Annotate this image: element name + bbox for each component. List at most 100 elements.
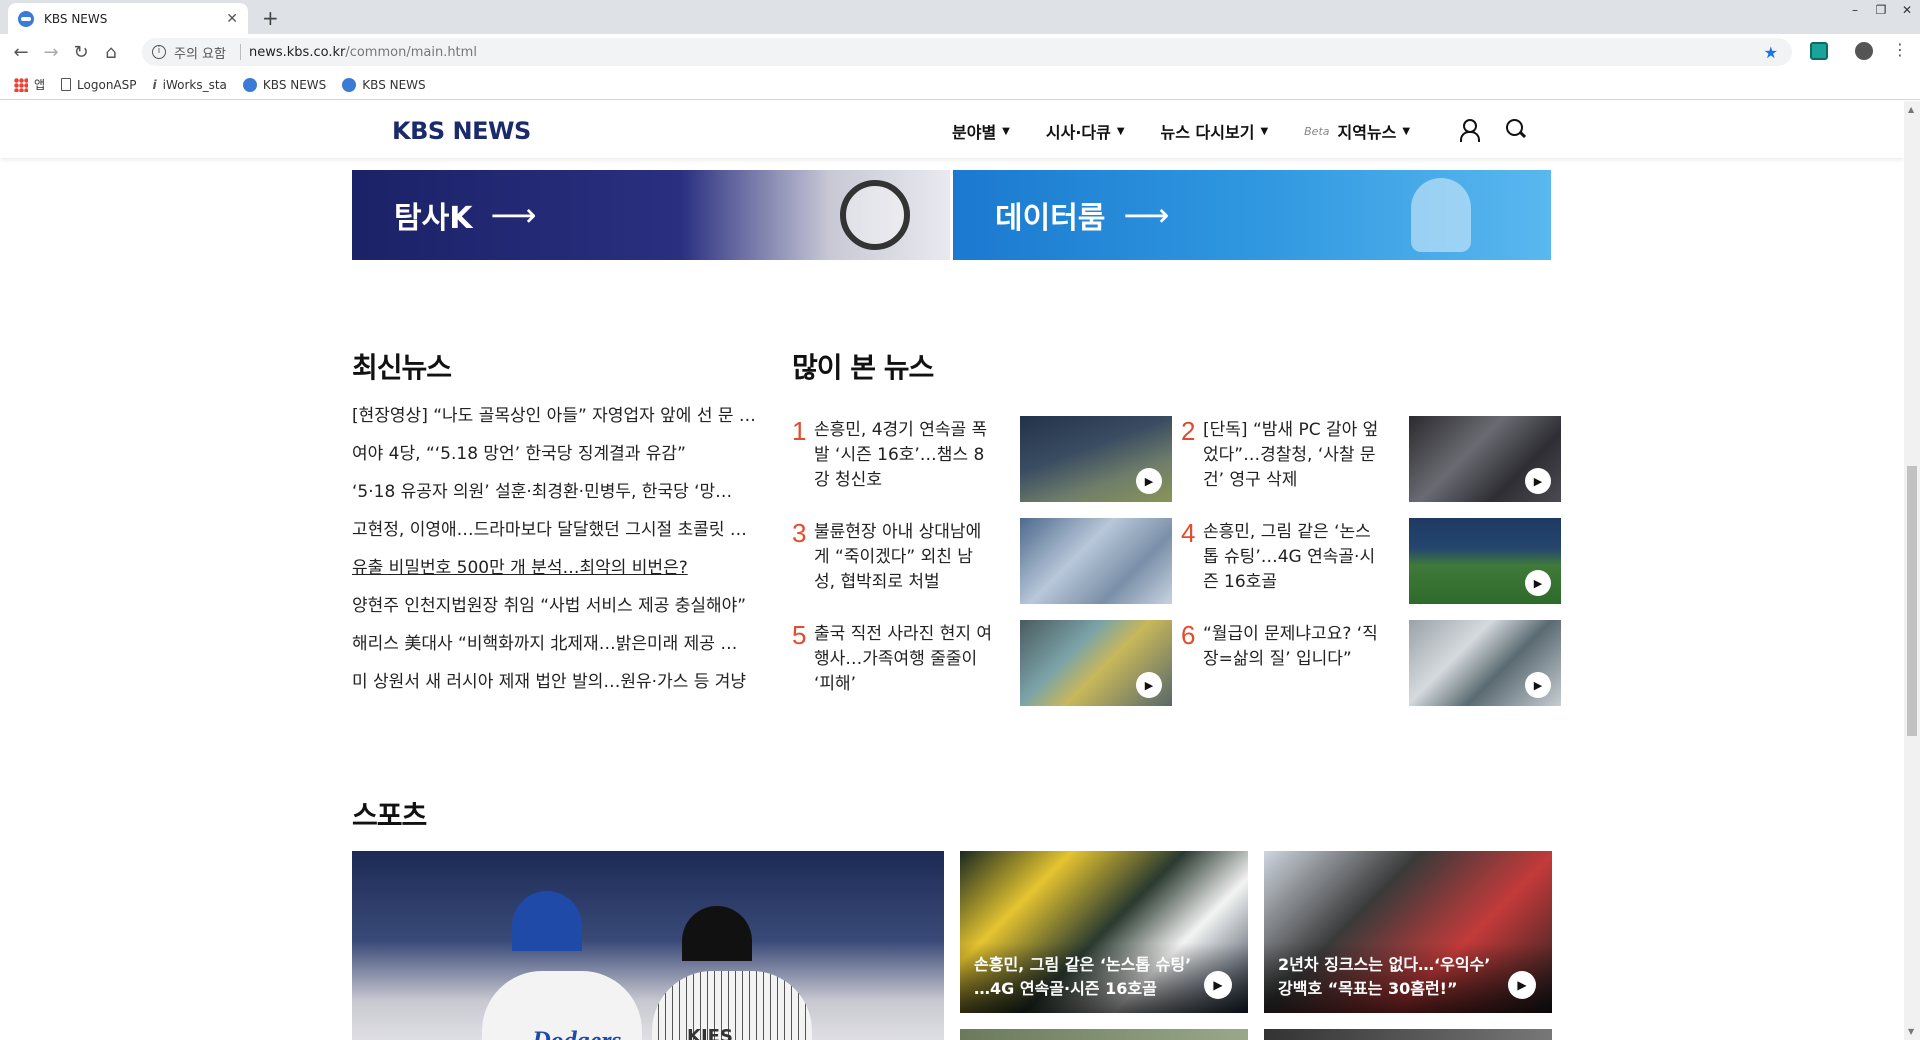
popular-news-title[interactable]: 많이 본 뉴스 xyxy=(792,346,934,386)
info-icon[interactable]: i xyxy=(152,45,166,59)
banner-tamsa-k[interactable]: 탐사K ⟶ xyxy=(352,170,950,260)
thumbnail[interactable]: ▶ xyxy=(1020,416,1172,502)
popular-item-6[interactable]: 6 “월급이 문제냐고요? ‘직장=삶의 질’ 입니다” ▶ xyxy=(1181,620,1561,706)
forward-icon[interactable]: → xyxy=(36,42,66,63)
tab-strip: KBS NEWS ✕ + – ❐ ✕ xyxy=(0,0,1920,34)
popular-item-title[interactable]: “월급이 문제냐고요? ‘직장=삶의 질’ 입니다” xyxy=(1203,622,1381,672)
play-icon[interactable]: ▶ xyxy=(1136,672,1162,698)
apps-icon xyxy=(14,77,28,92)
scrollbar-thumb[interactable] xyxy=(1907,466,1917,736)
kbs-icon xyxy=(342,77,357,92)
new-tab-button[interactable]: + xyxy=(262,6,279,30)
arrow-right-icon: ⟶ xyxy=(490,196,537,234)
sports-hero-image[interactable]: Dodgers KIES xyxy=(352,851,944,1040)
site-logo[interactable]: KBS NEWS xyxy=(392,117,531,145)
player-cap xyxy=(512,891,582,951)
banner-label: 탐사K xyxy=(394,201,473,236)
nav-label: 지역뉴스 xyxy=(1337,123,1397,142)
extension-icon[interactable] xyxy=(1810,42,1828,60)
bookmarks-bar: 앱 LogonASP i iWorks_sta KBS NEWS KBS NEWS xyxy=(0,70,1920,100)
list-item[interactable]: 고현정, 이영애…드라마보다 달달했던 그시절 초콜릿 … xyxy=(352,515,756,553)
list-item[interactable]: 여야 4당, “‘5.18 망언’ 한국당 징계결과 유감” xyxy=(352,439,756,477)
list-item[interactable]: 해리스 美대사 “비핵화까지 北제재…밝은미래 제공 … xyxy=(352,629,756,667)
sports-card-3-partial[interactable] xyxy=(960,1029,1248,1040)
window-controls: – ❐ ✕ xyxy=(1842,0,1920,20)
sports-card-caption[interactable]: 손흥민, 그림 같은 ‘논스톱 슈팅’ …4G 연속골·시즌 16호골 xyxy=(974,953,1194,1001)
play-icon[interactable]: ▶ xyxy=(1204,971,1232,999)
popular-item-4[interactable]: 4 손흥민, 그림 같은 ‘논스톱 슈팅’…4G 연속골·시즌 16호골 ▶ xyxy=(1181,518,1561,604)
bookmark-label: KBS NEWS xyxy=(362,77,426,92)
iworks-icon: i xyxy=(152,77,157,92)
sports-card-2[interactable]: 2년차 징크스는 없다…‘우익수’ 강백호 “목표는 30홈런!” ▶ xyxy=(1264,851,1552,1013)
url-host[interactable]: news.kbs.co.kr xyxy=(249,45,345,60)
list-item[interactable]: 유출 비밀번호 500만 개 분석…최악의 비번은? xyxy=(352,553,756,591)
sports-title[interactable]: 스포츠 xyxy=(352,794,427,834)
nav-item-category[interactable]: 분야별 ▼ xyxy=(952,119,1010,143)
popular-item-5[interactable]: 5 출국 직전 사라진 현지 여행사…가족여행 줄줄이 ‘피해’ ▶ xyxy=(792,620,1172,706)
account-icon[interactable] xyxy=(1855,42,1873,60)
bookmark-kbs-news-1[interactable]: KBS NEWS xyxy=(242,77,326,92)
list-item[interactable]: 미 상원서 새 러시아 제재 법안 발의…원유·가스 등 겨냥 xyxy=(352,667,756,705)
thumbnail[interactable]: ▶ xyxy=(1409,518,1561,604)
popular-item-1[interactable]: 1 손흥민, 4경기 연속골 폭발 ‘시즌 16호’…챔스 8강 청신호 ▶ xyxy=(792,416,1172,502)
thumbnail[interactable]: ▶ xyxy=(1409,416,1561,502)
nav-item-regional[interactable]: Beta 지역뉴스 ▼ xyxy=(1304,119,1410,143)
latest-news-title[interactable]: 최신뉴스 xyxy=(352,346,452,386)
lightbulb-image xyxy=(1411,178,1471,252)
bookmark-label: LogonASP xyxy=(77,77,137,92)
home-icon[interactable]: ⌂ xyxy=(96,42,126,63)
list-item[interactable]: 양현주 인천지법원장 취임 “사법 서비스 제공 충실해야” xyxy=(352,591,756,629)
popular-item-title[interactable]: 출국 직전 사라진 현지 여행사…가족여행 줄줄이 ‘피해’ xyxy=(814,622,992,697)
rank-number: 1 xyxy=(792,416,807,446)
back-icon[interactable]: ← xyxy=(6,42,36,63)
scroll-up-icon[interactable]: ▲ xyxy=(1908,105,1914,114)
rank-number: 2 xyxy=(1181,416,1196,446)
rank-number: 6 xyxy=(1181,620,1196,650)
popular-item-3[interactable]: 3 불륜현장 아내 상대남에게 “죽이겠다” 외친 남성, 협박죄로 처벌 xyxy=(792,518,1172,604)
bookmark-iworks[interactable]: i iWorks_sta xyxy=(153,78,227,92)
restore-button[interactable]: ❐ xyxy=(1868,0,1894,20)
popular-item-title[interactable]: [단독] “밤새 PC 갈아 엎었다”…경찰청, ‘사찰 문건’ 영구 삭제 xyxy=(1203,418,1381,493)
thumbnail[interactable]: ▶ xyxy=(1020,620,1172,706)
nav-label: 뉴스 다시보기 xyxy=(1160,123,1255,142)
play-icon[interactable]: ▶ xyxy=(1525,468,1551,494)
close-window-button[interactable]: ✕ xyxy=(1894,0,1920,20)
search-icon[interactable] xyxy=(1506,119,1528,141)
security-warning[interactable]: 주의 요함 xyxy=(174,43,226,62)
play-icon[interactable]: ▶ xyxy=(1508,971,1536,999)
address-bar[interactable]: i 주의 요함 news.kbs.co.kr/common/main.html … xyxy=(142,38,1792,66)
page-scrollbar[interactable]: ▲ ▼ xyxy=(1904,101,1920,1040)
banner-dataroom[interactable]: 데이터룸 ⟶ xyxy=(953,170,1551,260)
play-icon[interactable]: ▶ xyxy=(1525,672,1551,698)
sports-card-4-partial[interactable] xyxy=(1264,1029,1552,1040)
sports-card-caption[interactable]: 2년차 징크스는 없다…‘우익수’ 강백호 “목표는 30홈런!” xyxy=(1278,953,1498,1001)
browser-menu-icon[interactable]: ⋮ xyxy=(1892,40,1908,59)
play-icon[interactable]: ▶ xyxy=(1136,468,1162,494)
scroll-down-icon[interactable]: ▼ xyxy=(1908,1027,1914,1036)
bookmark-label: iWorks_sta xyxy=(162,77,227,92)
bookmark-star-icon[interactable]: ★ xyxy=(1764,43,1778,62)
popular-item-title[interactable]: 손흥민, 4경기 연속골 폭발 ‘시즌 16호’…챔스 8강 청신호 xyxy=(814,418,992,493)
kbs-favicon-icon xyxy=(18,10,34,27)
popular-item-title[interactable]: 손흥민, 그림 같은 ‘논스톱 슈팅’…4G 연속골·시즌 16호골 xyxy=(1203,520,1381,595)
nav-item-current-affairs[interactable]: 시사·다큐 ▼ xyxy=(1046,119,1125,143)
tab-close-icon[interactable]: ✕ xyxy=(226,11,238,27)
minimize-button[interactable]: – xyxy=(1842,0,1868,20)
play-icon[interactable]: ▶ xyxy=(1525,570,1551,596)
bookmark-apps[interactable]: 앱 xyxy=(14,76,45,93)
thumbnail[interactable] xyxy=(1020,518,1172,604)
reload-icon[interactable]: ↻ xyxy=(66,42,96,63)
popular-item-title[interactable]: 불륜현장 아내 상대남에게 “죽이겠다” 외친 남성, 협박죄로 처벌 xyxy=(814,520,992,595)
tab-kbs-news[interactable]: KBS NEWS ✕ xyxy=(8,3,248,34)
bookmark-kbs-news-2[interactable]: KBS NEWS xyxy=(342,77,426,92)
bookmark-logonasp[interactable]: LogonASP xyxy=(61,77,137,92)
popular-item-2[interactable]: 2 [단독] “밤새 PC 갈아 엎었다”…경찰청, ‘사찰 문건’ 영구 삭제… xyxy=(1181,416,1561,502)
list-item[interactable]: ‘5·18 유공자 의원’ 설훈·최경환·민병두, 한국당 ‘망… xyxy=(352,477,756,515)
sports-card-1[interactable]: 손흥민, 그림 같은 ‘논스톱 슈팅’ …4G 연속골·시즌 16호골 ▶ xyxy=(960,851,1248,1013)
list-item[interactable]: [현장영상] “나도 골목상인 아들” 자영업자 앞에 선 문 … xyxy=(352,401,756,439)
url-divider xyxy=(239,44,241,60)
thumbnail[interactable]: ▶ xyxy=(1409,620,1561,706)
nav-item-replay[interactable]: 뉴스 다시보기 ▼ xyxy=(1161,119,1269,143)
url-path[interactable]: /common/main.html xyxy=(345,45,477,60)
user-icon[interactable] xyxy=(1458,119,1480,142)
